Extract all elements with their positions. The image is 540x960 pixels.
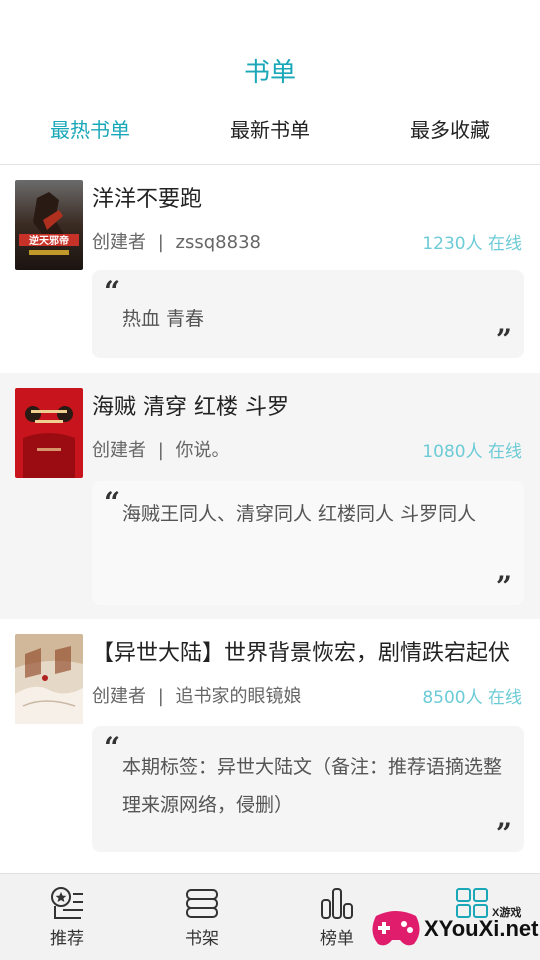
creator-name: 追书家的眼镜娘 [175, 686, 302, 707]
svg-text:逆天邪帝: 逆天邪帝 [29, 234, 69, 247]
description-text: 海贼王同人、清穿同人 红楼同人 斗罗同人 [122, 503, 477, 525]
open-quote-icon: “ [104, 275, 121, 308]
online-count: 1230人 在线 [422, 234, 522, 254]
creator-info: 创建者 | 你说。 [92, 436, 230, 462]
tab-bar: 最热书单 最新书单 最多收藏 [0, 114, 540, 144]
booklist-card[interactable]: 逆天邪帝 洋洋不要跑 创建者 | zssq8838 1230人 在线 “ 热血 … [0, 165, 540, 373]
description-box: “ 海贼王同人、清穿同人 红楼同人 斗罗同人 ” [92, 481, 524, 605]
ranking-bars-icon [321, 888, 353, 919]
separator: | [157, 686, 164, 707]
description-text: 热血 青春 [122, 308, 205, 330]
creator-info: 创建者 | 追书家的眼镜娘 [92, 682, 302, 708]
star-list-icon [51, 887, 83, 919]
booklist-card[interactable]: 【异世大陆】世界背景恢宏，剧情跌宕起伏 创建者 | 追书家的眼镜娘 8500人 … [0, 619, 540, 869]
creator-label: 创建者 [92, 232, 146, 253]
tab-hottest[interactable]: 最热书单 [10, 114, 170, 143]
creator-name: 你说。 [175, 440, 230, 461]
tab-most-favorited[interactable]: 最多收藏 [370, 114, 530, 143]
close-quote-icon: ” [495, 817, 512, 850]
nav-bookshelf-label: 书架 [185, 929, 219, 949]
nav-bookshelf[interactable]: 书架 [152, 886, 252, 956]
watermark-site-text: XYouXi.net [424, 916, 539, 941]
close-quote-icon: ” [495, 323, 512, 356]
booklist-title[interactable]: 海贼 清穿 红楼 斗罗 [92, 389, 527, 421]
gamepad-logo-icon [372, 911, 420, 946]
online-count: 1080人 在线 [422, 442, 522, 462]
watermark: X游戏 XYouXi.net [368, 900, 539, 956]
description-box: “ 本期标签：异世大陆文（备注：推荐语摘选整理来源网络，侵删） ” [92, 726, 524, 852]
creator-info: 创建者 | zssq8838 [92, 228, 261, 254]
close-quote-icon: ” [495, 570, 512, 603]
creator-label: 创建者 [92, 440, 146, 461]
separator: | [157, 440, 164, 461]
page-title: 书单 [243, 58, 296, 88]
booklist-title[interactable]: 洋洋不要跑 [92, 181, 527, 213]
book-cover [15, 634, 83, 724]
booklist-card[interactable]: 海贼 清穿 红楼 斗罗 创建者 | 你说。 1080人 在线 “ 海贼王同人、清… [0, 373, 540, 619]
nav-recommend[interactable]: 推荐 [17, 886, 117, 956]
nav-recommend-label: 推荐 [50, 929, 84, 949]
tab-newest[interactable]: 最新书单 [190, 114, 350, 143]
bookshelf-icon [186, 889, 218, 918]
open-quote-icon: “ [104, 731, 121, 764]
description-box: “ 热血 青春 ” [92, 270, 524, 358]
open-quote-icon: “ [104, 486, 121, 519]
booklist-title[interactable]: 【异世大陆】世界背景恢宏，剧情跌宕起伏 [92, 635, 527, 667]
creator-label: 创建者 [92, 686, 146, 707]
separator: | [157, 232, 164, 253]
description-text: 本期标签：异世大陆文（备注：推荐语摘选整理来源网络，侵删） [122, 756, 503, 816]
book-cover: 逆天邪帝 [15, 180, 83, 270]
booklist-list: 逆天邪帝 洋洋不要跑 创建者 | zssq8838 1230人 在线 “ 热血 … [0, 165, 540, 869]
online-count: 8500人 在线 [422, 688, 522, 708]
header: 书单 最热书单 最新书单 最多收藏 [0, 0, 540, 165]
creator-name: zssq8838 [175, 232, 261, 253]
book-cover [15, 388, 83, 478]
